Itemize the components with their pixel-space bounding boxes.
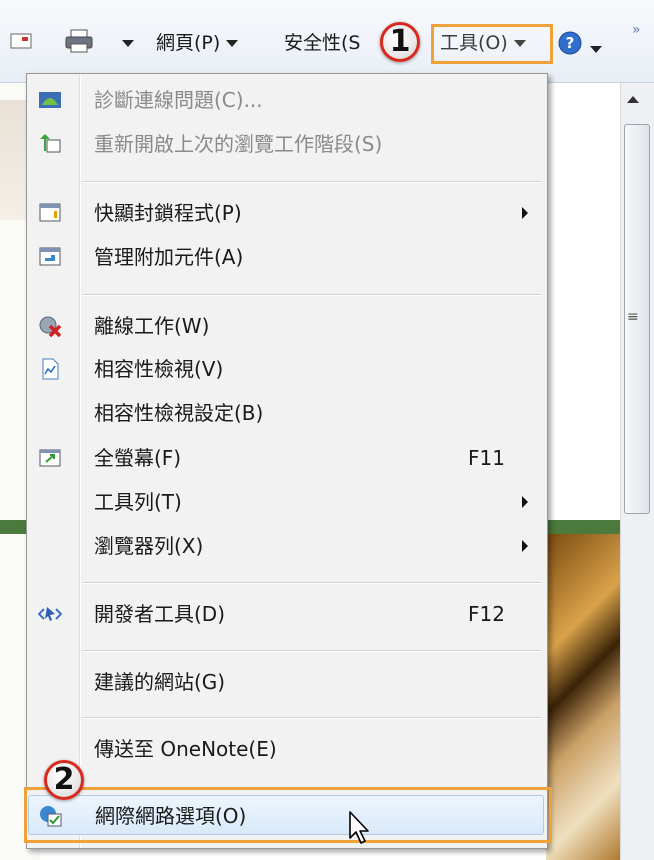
menu-item-label: 重新開啟上次的瀏覽工作階段(S)	[94, 132, 383, 156]
chevron-down-icon	[122, 40, 134, 47]
manage-addons-icon	[39, 247, 61, 266]
menu-separator	[82, 650, 542, 652]
menu-item-diagnose-connection[interactable]: 診斷連線問題(C)...	[28, 80, 544, 120]
page-photo-strip	[546, 534, 620, 860]
scroll-up-arrow-icon[interactable]	[627, 96, 639, 103]
callout-highlight-tools	[431, 24, 553, 64]
page-menu-label: 網頁(P)	[156, 32, 221, 54]
reopen-session-icon	[40, 134, 61, 153]
menu-item-label: 離線工作(W)	[94, 314, 210, 338]
callout-highlight-internet-options	[24, 787, 552, 843]
shortcut-label: F12	[468, 602, 505, 626]
menu-item-fullscreen[interactable]: 全螢幕(F) F11	[28, 438, 544, 478]
menu-item-label: 快顯封鎖程式(P)	[94, 201, 242, 225]
menu-item-toolbars[interactable]: 工具列(T)	[28, 482, 544, 522]
menu-separator	[82, 582, 542, 584]
menu-item-label: 瀏覽器列(X)	[94, 534, 204, 558]
submenu-arrow-icon	[522, 496, 528, 508]
submenu-arrow-icon	[522, 207, 528, 219]
scrollbar-grip-icon: ≡	[627, 309, 639, 325]
menu-item-reopen-session[interactable]: 重新開啟上次的瀏覽工作階段(S)	[28, 124, 544, 164]
page-menu-button[interactable]: 網頁(P)	[156, 30, 239, 56]
svg-text:?: ?	[566, 34, 575, 52]
menu-item-work-offline[interactable]: 離線工作(W)	[28, 306, 544, 346]
diagnose-connection-icon	[39, 92, 61, 108]
menu-item-compatibility-view[interactable]: 相容性檢視(V)	[28, 349, 544, 389]
overflow-chevron[interactable]: »	[632, 22, 640, 38]
shortcut-label: F11	[468, 446, 505, 470]
submenu-arrow-icon	[522, 540, 528, 552]
menu-separator	[82, 181, 542, 183]
menu-item-explorer-bars[interactable]: 瀏覽器列(X)	[28, 526, 544, 566]
menu-item-label: 傳送至 OneNote(E)	[94, 737, 277, 761]
menu-item-label: 開發者工具(D)	[94, 602, 226, 626]
menu-item-label: 建議的網站(G)	[94, 670, 226, 694]
safety-menu-button[interactable]: 安全性(S	[284, 30, 360, 56]
chevron-down-icon	[226, 40, 239, 47]
safety-menu-label: 安全性(S	[284, 32, 361, 54]
mail-icon[interactable]	[10, 31, 32, 57]
developer-tools-icon	[38, 607, 62, 621]
menu-item-send-to-onenote[interactable]: 傳送至 OneNote(E)	[28, 729, 544, 769]
help-menu-button[interactable]: ?	[558, 31, 602, 62]
menu-item-suggested-sites[interactable]: 建議的網站(G)	[28, 662, 544, 702]
menu-item-label: 工具列(T)	[94, 490, 182, 514]
menu-item-manage-addons[interactable]: 管理附加元件(A)	[28, 237, 544, 277]
work-offline-icon	[39, 316, 62, 337]
menu-separator	[82, 294, 542, 296]
compatibility-view-icon	[42, 358, 59, 380]
popup-blocker-icon	[39, 203, 61, 222]
menu-item-compatibility-view-settings[interactable]: 相容性檢視設定(B)	[28, 393, 544, 433]
menu-item-popup-blocker[interactable]: 快顯封鎖程式(P)	[28, 193, 544, 233]
menu-item-developer-tools[interactable]: 開發者工具(D) F12	[28, 594, 544, 634]
printer-icon	[65, 29, 93, 53]
print-button[interactable]	[64, 28, 96, 61]
print-dropdown[interactable]	[116, 30, 134, 56]
step-2-badge: 2	[44, 760, 84, 800]
menu-item-label: 管理附加元件(A)	[94, 245, 244, 269]
mouse-cursor-icon	[349, 811, 369, 844]
menu-separator	[82, 717, 542, 719]
command-bar: 網頁(P) 安全性(S 工具(O) ? »	[0, 0, 654, 83]
page-banner	[0, 100, 28, 220]
chevron-down-icon	[590, 46, 602, 53]
menu-item-label: 全螢幕(F)	[94, 446, 182, 470]
help-icon: ?	[558, 31, 582, 55]
menu-item-label: 診斷連線問題(C)...	[94, 88, 263, 112]
fullscreen-icon	[39, 449, 61, 467]
menu-item-label: 相容性檢視(V)	[94, 357, 224, 381]
menu-item-label: 相容性檢視設定(B)	[94, 401, 264, 425]
step-1-badge: 1	[380, 22, 420, 62]
